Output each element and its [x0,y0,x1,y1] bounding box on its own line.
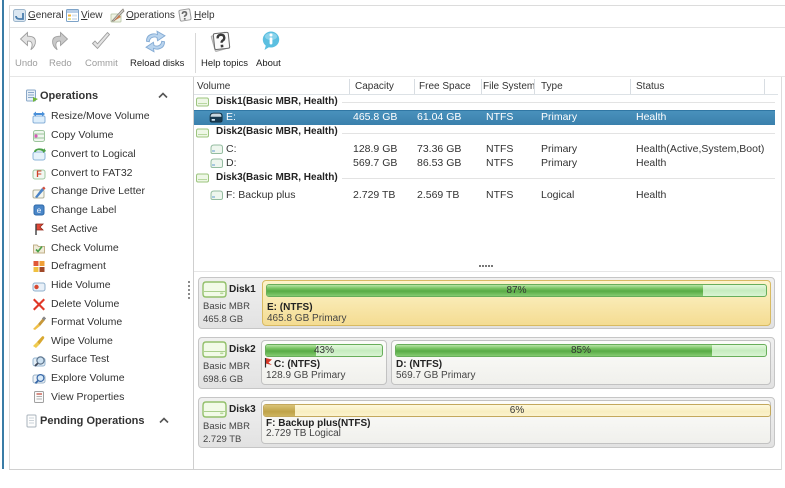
svg-text:e: e [37,206,42,215]
svg-text:F: F [36,169,42,179]
